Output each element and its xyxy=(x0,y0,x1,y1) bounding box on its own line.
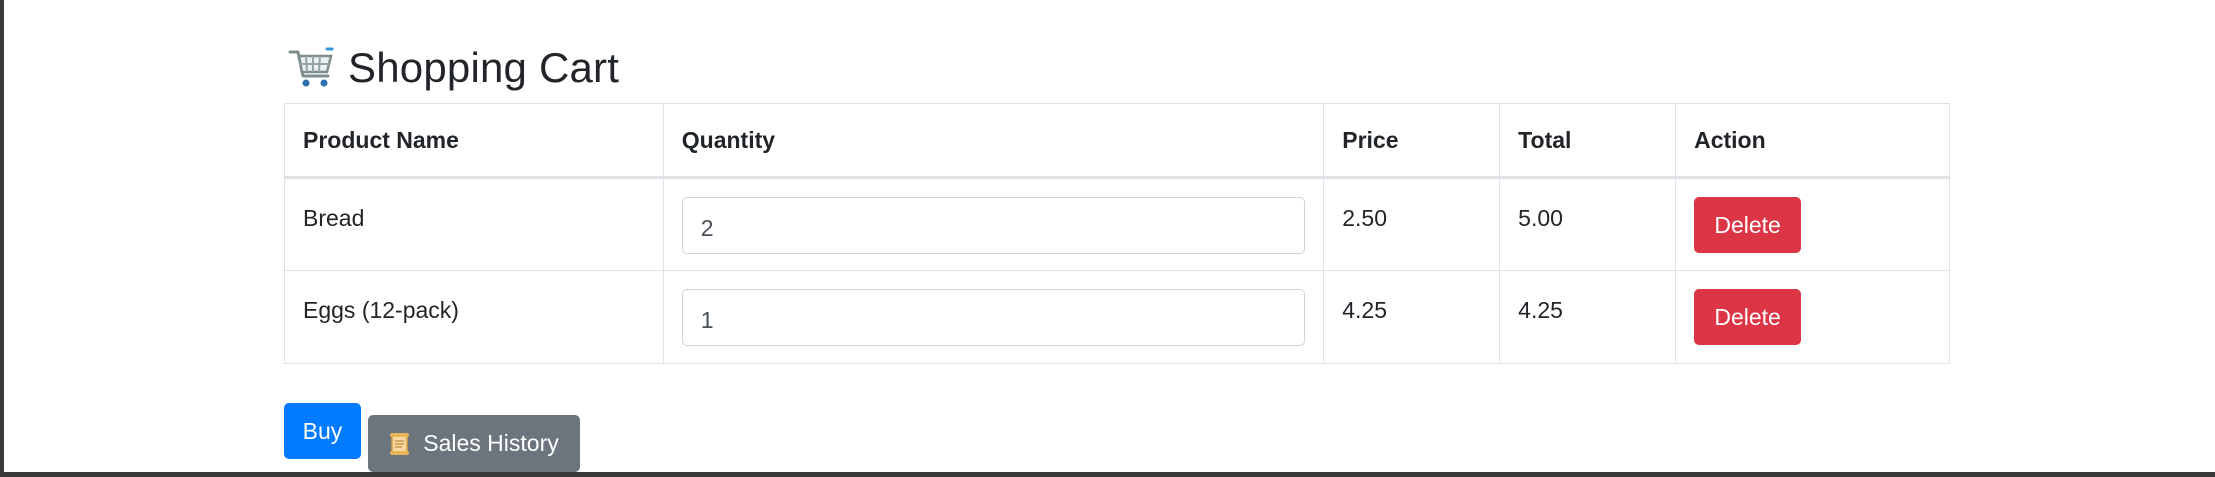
window-edge-bottom xyxy=(0,472,2215,477)
quantity-cell xyxy=(662,270,1325,364)
header-action: Action xyxy=(1675,103,1950,179)
table-header-row: Product Name Quantity Price Total Action xyxy=(284,103,1950,179)
header-product-name: Product Name xyxy=(284,103,664,179)
scroll-icon xyxy=(389,432,411,456)
table-row: Eggs (12-pack) 4.25 4.25 Delete xyxy=(284,270,1950,364)
header-price: Price xyxy=(1323,103,1501,179)
sales-history-label: Sales History xyxy=(423,430,559,456)
table-row: Bread 2.50 5.00 Delete xyxy=(284,177,1950,271)
action-cell: Delete xyxy=(1675,177,1950,271)
delete-button[interactable]: Delete xyxy=(1694,197,1802,253)
quantity-input[interactable] xyxy=(681,289,1306,346)
page-title: Shopping Cart xyxy=(348,44,620,91)
quantity-input[interactable] xyxy=(681,197,1306,254)
header-total: Total xyxy=(1499,103,1677,179)
price-cell: 4.25 xyxy=(1323,270,1501,364)
title-row: Shopping Cart xyxy=(288,40,1950,96)
header-quantity: Quantity xyxy=(662,103,1325,179)
cart-container: Shopping Cart Product Name Quantity Pric… xyxy=(284,40,1950,364)
quantity-cell xyxy=(662,177,1325,271)
product-name-cell: Bread xyxy=(284,177,664,271)
window-edge-left xyxy=(0,0,4,477)
product-name-cell: Eggs (12-pack) xyxy=(284,270,664,364)
sales-history-button[interactable]: Sales History xyxy=(368,415,580,472)
cart-table: Product Name Quantity Price Total Action… xyxy=(284,103,1950,364)
price-cell: 2.50 xyxy=(1323,177,1501,271)
app-frame: Shopping Cart Product Name Quantity Pric… xyxy=(0,0,2215,477)
shopping-cart-icon xyxy=(288,46,334,90)
total-cell: 4.25 xyxy=(1499,270,1677,364)
action-cell: Delete xyxy=(1675,270,1950,364)
delete-button[interactable]: Delete xyxy=(1694,289,1802,345)
buy-button[interactable]: Buy xyxy=(284,403,361,459)
total-cell: 5.00 xyxy=(1499,177,1677,271)
